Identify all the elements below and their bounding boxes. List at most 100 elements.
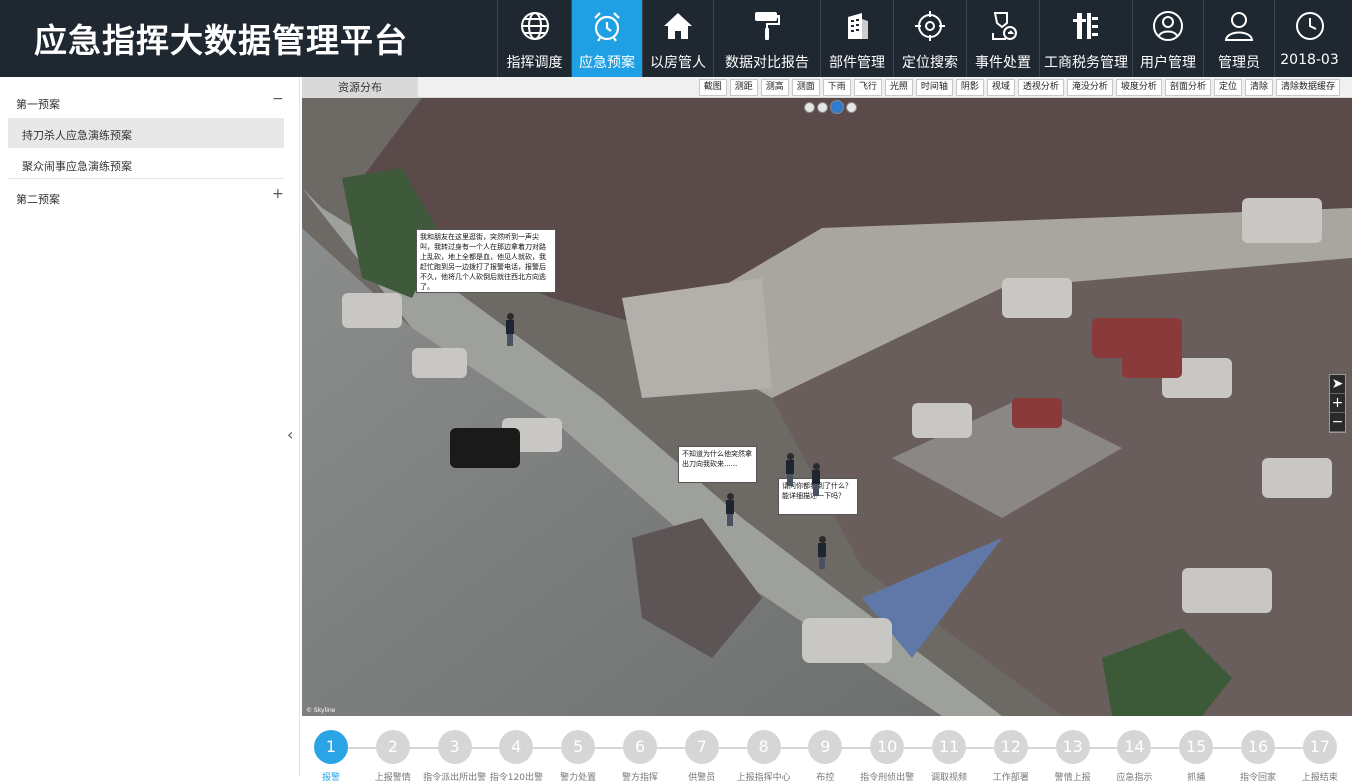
step-label: 工作部署: [992, 773, 1029, 783]
tax-icon: [1068, 8, 1104, 44]
step-label: 报警: [321, 773, 341, 783]
step-15[interactable]: 15: [1179, 730, 1214, 764]
prev-icon[interactable]: [804, 102, 815, 113]
tool-button-13[interactable]: 坡度分析: [1115, 79, 1162, 96]
step-2[interactable]: 2: [375, 730, 410, 764]
zoom-control: ➤ + −: [1329, 374, 1346, 433]
collapse-icon[interactable]: −: [272, 91, 284, 107]
step-4[interactable]: 4: [499, 730, 534, 764]
step-13[interactable]: 13: [1055, 730, 1090, 764]
compass-icon[interactable]: ➤: [1330, 375, 1345, 394]
step-label: 指令派出所出警: [423, 773, 487, 783]
tool-button-10[interactable]: 视域: [986, 79, 1015, 96]
tool-button-8[interactable]: 时间轴: [915, 79, 953, 96]
nav-item-11[interactable]: 2018-03: [1274, 0, 1344, 77]
watermark: © Skyline: [306, 707, 336, 714]
step-17[interactable]: 17: [1302, 730, 1337, 764]
nav-label: 应急预案: [579, 55, 635, 71]
step-label: 调取视频: [930, 773, 968, 783]
step-12[interactable]: 12: [993, 730, 1028, 764]
plan-group-2[interactable]: 第二预案 +: [0, 182, 300, 212]
tool-button-17[interactable]: 清除数据缓存: [1275, 79, 1340, 96]
step-5[interactable]: 5: [561, 730, 596, 764]
expand-icon[interactable]: +: [272, 186, 284, 202]
forward-icon[interactable]: [846, 102, 857, 113]
tab-resource-distribution[interactable]: 资源分布: [302, 77, 418, 98]
step-7[interactable]: 7: [684, 730, 719, 764]
tool-button-11[interactable]: 透视分析: [1017, 79, 1064, 96]
app-title: 应急指挥大数据管理平台: [34, 21, 408, 60]
tool-button-5[interactable]: 下雨: [822, 79, 851, 96]
tool-button-6[interactable]: 飞行: [853, 79, 882, 96]
tool-button-15[interactable]: 定位: [1213, 79, 1242, 96]
map-toolbar: 资源分布 截图 测距 测高 测面 下雨 飞行 光照 时间轴 阴影 视域 透视分析 淹没分析 坡度分析 剖面…: [302, 77, 1352, 98]
nav-label: 数据对比报告: [725, 55, 809, 71]
tool-button-1[interactable]: 截图: [698, 79, 727, 96]
nav-item-2[interactable]: 应急预案: [571, 0, 642, 77]
step-16[interactable]: 16: [1241, 730, 1275, 764]
step-label: 上报结束: [1301, 773, 1338, 783]
tool-button-12[interactable]: 淹没分析: [1066, 79, 1113, 96]
step-9[interactable]: 9: [808, 730, 843, 764]
playback-controls[interactable]: [804, 100, 857, 114]
building-icon: [839, 8, 875, 44]
map-panel: 资源分布 截图 测距 测高 测面 下雨 飞行 光照 时间轴 阴影 视域 透视分析 淹没分析 坡度分析 剖面…: [302, 77, 1352, 716]
person-figure[interactable]: [726, 493, 734, 526]
step-3[interactable]: 3: [437, 730, 472, 764]
step-connector: [1213, 747, 1241, 749]
nav-item-5[interactable]: 部件管理: [820, 0, 893, 77]
nav-item-1[interactable]: 指挥调度: [497, 0, 571, 77]
step-connector: [1151, 747, 1180, 749]
step-connector: [904, 747, 932, 749]
tool-button-2[interactable]: 测距: [729, 79, 758, 96]
rewind-icon[interactable]: [817, 102, 828, 113]
pause-icon[interactable]: [830, 100, 844, 114]
nav-item-8[interactable]: 工商税务管理: [1039, 0, 1132, 77]
step-14[interactable]: 14: [1117, 730, 1152, 764]
person-figure[interactable]: [786, 453, 794, 486]
step-label: 指令120出警: [489, 773, 543, 783]
step-10[interactable]: 10: [870, 730, 905, 764]
step-connector: [533, 747, 562, 749]
tool-button-3[interactable]: 测高: [760, 79, 789, 96]
step-8[interactable]: 8: [746, 730, 781, 764]
tool-button-16[interactable]: 清除: [1244, 79, 1273, 96]
step-6[interactable]: 6: [623, 730, 657, 764]
tool-button-7[interactable]: 光照: [884, 79, 913, 96]
step-11[interactable]: 11: [932, 730, 966, 764]
step-connector: [348, 747, 376, 749]
step-1[interactable]: 1: [314, 730, 348, 764]
user-circle-icon: [1150, 8, 1186, 44]
nav-item-10[interactable]: 管理员: [1203, 0, 1274, 77]
nav-label: 管理员: [1218, 55, 1260, 71]
person-figure[interactable]: [506, 313, 514, 346]
plan-item-knife-attack[interactable]: 持刀杀人应急演练预案: [8, 118, 284, 148]
step-label: 上报指挥中心: [736, 773, 791, 783]
nav-item-9[interactable]: 用户管理: [1132, 0, 1203, 77]
3d-scene[interactable]: 我和朋友在这里逛街，突然听到一声尖叫，我转过身有一个人在那边拿着刀对路上乱砍，地…: [302, 98, 1352, 716]
collapse-sidebar-icon[interactable]: ‹: [287, 425, 293, 444]
tool-button-9[interactable]: 阴影: [955, 79, 984, 96]
step-label: 应急指示: [1116, 773, 1153, 783]
tool-button-14[interactable]: 剖面分析: [1164, 79, 1211, 96]
tool-button-4[interactable]: 测面: [791, 79, 820, 96]
clock-icon: [1292, 8, 1328, 44]
plan-item-crowd-riot[interactable]: 聚众闹事应急演练预案: [8, 149, 284, 179]
person-figure[interactable]: [812, 463, 820, 496]
zoom-out-button[interactable]: −: [1330, 413, 1345, 432]
nav-label: 部件管理: [829, 55, 885, 71]
process-steps: 1 报警 2 上报警情 3 指令派出所出警 4 指令120出警 5 警力处置 6 警方指挥 7 供警员 8 上…: [302, 716, 1352, 783]
nav-item-4[interactable]: 数据对比报告: [713, 0, 820, 77]
plan-group-2-label: 第二预案: [16, 193, 60, 206]
nav-item-7[interactable]: 事件处置: [966, 0, 1039, 77]
step-connector: [1275, 747, 1303, 749]
witness-speech-bubble: 我和朋友在这里逛街，突然听到一声尖叫，我转过身有一个人在那边拿着刀对路上乱砍，地…: [416, 229, 556, 293]
plan-group-1[interactable]: 第一预案 −: [0, 87, 300, 117]
person-figure[interactable]: [818, 536, 826, 569]
step-connector: [780, 747, 809, 749]
nav-item-3[interactable]: 以房管人: [642, 0, 713, 77]
step-label: 供警员: [688, 773, 716, 783]
event-handling-icon: [985, 8, 1021, 44]
zoom-in-button[interactable]: +: [1330, 394, 1345, 413]
nav-item-6[interactable]: 定位搜索: [893, 0, 966, 77]
